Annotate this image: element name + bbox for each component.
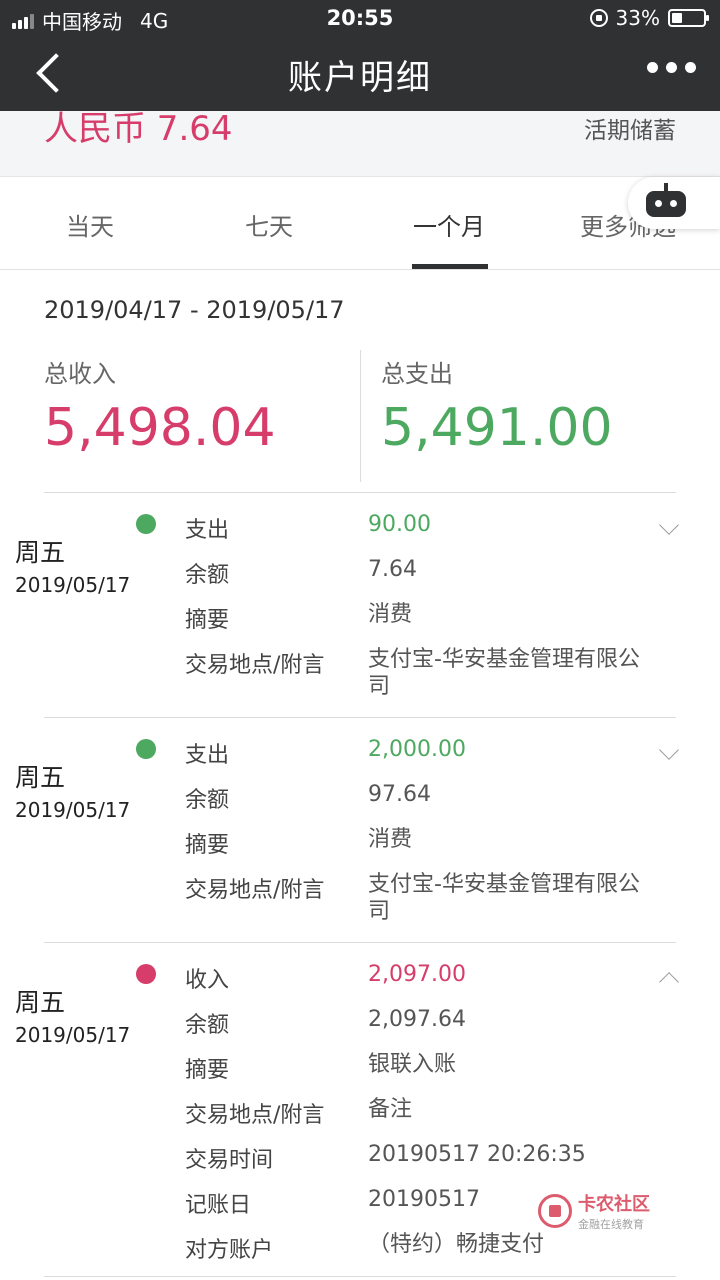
watermark-subtitle: 金融在线教育 (578, 1218, 644, 1231)
rotation-lock-icon (589, 9, 608, 27)
entry-field-label: 摘要 (185, 1058, 230, 1083)
entry-field-label: 余额 (185, 788, 230, 813)
expense-dot-icon (136, 514, 156, 534)
entry-date: 2019/05/17 (15, 573, 131, 597)
entry-balance: 7.64 (368, 557, 417, 582)
entry-weekday: 周五 (15, 988, 66, 1017)
entry-date: 2019/05/17 (15, 798, 131, 822)
watermark: 卡农社区 金融在线教育 (538, 1190, 650, 1232)
page-title: 账户明细 (288, 58, 432, 98)
entry-weekday: 周五 (15, 763, 66, 792)
entry-date-block: 周五 2019/05/17 (15, 758, 130, 822)
robot-icon (646, 191, 686, 217)
entry-field-label: 收入 (185, 968, 230, 993)
entry-weekday: 周五 (15, 538, 66, 567)
tab-one-month[interactable]: 一个月 (413, 207, 485, 242)
entry-field-label: 余额 (185, 563, 230, 588)
battery-icon (668, 9, 709, 27)
entry-summary: 消费 (368, 602, 413, 627)
period-tabs: 当天 七天 一个月 更多筛选 (0, 176, 720, 270)
chevron-down-icon[interactable] (659, 740, 679, 760)
date-range: 2019/04/17 - 2019/05/17 (44, 296, 345, 324)
divider (44, 717, 676, 718)
entry-field-label: 交易地点/附言 (185, 1103, 325, 1128)
total-expense-label: 总支出 (381, 360, 453, 388)
entry-field-label: 支出 (185, 743, 230, 768)
more-options-icon[interactable] (647, 62, 696, 73)
entry-location: 支付宝-华安基金管理有限公司 (368, 872, 640, 924)
account-summary: 人民币 7.64 活期储蓄 (0, 111, 720, 176)
entry-date-block: 周五 2019/05/17 (15, 983, 130, 1047)
entry-summary: 消费 (368, 827, 413, 852)
top-bar: 中国移动 4G 20:55 33% 账户明细 (0, 0, 720, 111)
tab-seven-days[interactable]: 七天 (245, 207, 293, 242)
entry-summary: 银联入账 (368, 1052, 457, 1077)
entry-amount: 90.00 (368, 512, 431, 537)
entry-field-label: 记账日 (185, 1193, 252, 1218)
entry-date-block: 周五 2019/05/17 (15, 533, 130, 597)
entry-balance: 97.64 (368, 782, 431, 807)
watermark-title: 卡农社区 (578, 1194, 650, 1215)
entry-field-label: 交易地点/附言 (185, 878, 325, 903)
entry-field-label: 对方账户 (185, 1238, 274, 1263)
account-type: 活期储蓄 (584, 118, 676, 144)
entry-field-label: 摘要 (185, 833, 230, 858)
divider (44, 492, 676, 493)
tab-today[interactable]: 当天 (66, 207, 114, 242)
entry-location: 备注 (368, 1097, 413, 1122)
entry-field-label: 交易时间 (185, 1148, 274, 1173)
entry-location: 支付宝-华安基金管理有限公司 (368, 647, 640, 699)
total-income-value: 5,498.04 (44, 398, 276, 458)
entry-field-label: 余额 (185, 1013, 230, 1038)
watermark-logo-icon (538, 1194, 572, 1228)
entry-date: 2019/05/17 (15, 1023, 131, 1047)
total-income-label: 总收入 (44, 360, 116, 388)
status-bar: 中国移动 4G 20:55 33% (0, 0, 720, 36)
entry-counterparty: （特约）畅捷支付 (368, 1232, 545, 1257)
entry-balance: 2,097.64 (368, 1007, 466, 1032)
summary-divider (360, 350, 361, 482)
divider (44, 942, 676, 943)
entry-field-label: 交易地点/附言 (185, 653, 325, 678)
account-balance: 人民币 7.64 (44, 111, 233, 149)
entry-field-label: 支出 (185, 518, 230, 543)
income-dot-icon (136, 964, 156, 984)
nav-bar: 账户明细 (0, 36, 720, 111)
entry-field-label: 摘要 (185, 608, 230, 633)
entry-amount: 2,000.00 (368, 737, 466, 762)
active-tab-indicator (412, 264, 488, 269)
chevron-up-icon[interactable] (659, 972, 679, 992)
expense-dot-icon (136, 739, 156, 759)
divider (44, 1276, 676, 1277)
total-expense-value: 5,491.00 (381, 398, 613, 458)
entry-amount: 2,097.00 (368, 962, 466, 987)
assistant-robot-button[interactable] (628, 177, 720, 229)
chevron-down-icon[interactable] (659, 515, 679, 535)
battery-percent: 33% (615, 6, 660, 30)
entry-time: 20190517 20:26:35 (368, 1142, 586, 1167)
